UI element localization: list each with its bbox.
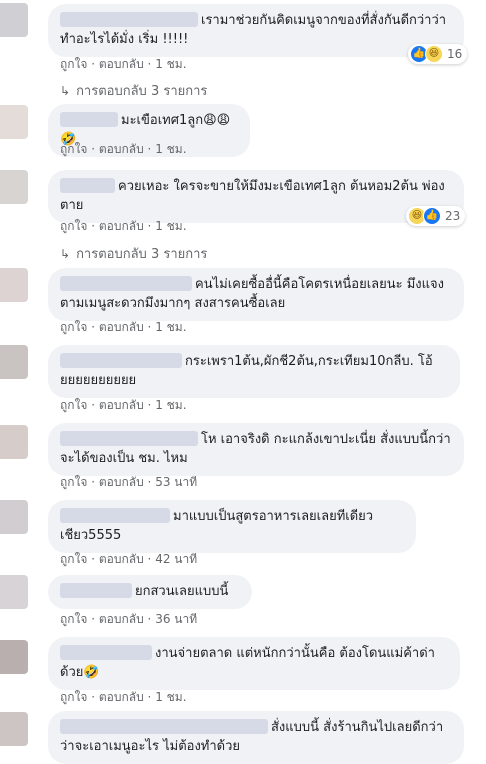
comment-bubble: ควยเหอะ ใครจะขายให้มึงมะเขือเทศ1ลูก ต้นห… xyxy=(48,170,464,223)
commenter-name[interactable] xyxy=(60,178,115,193)
comment-bubble: มาแบบเป็นสูตรอาหารเลยเลยทีเดียว เชียว555… xyxy=(48,500,416,553)
reaction-summary[interactable]: 👍 😆 16 xyxy=(408,44,468,64)
commenter-name[interactable] xyxy=(60,583,132,598)
reply-button[interactable]: ตอบกลับ xyxy=(99,318,144,337)
haha-icon: 😆 xyxy=(425,45,443,63)
like-button[interactable]: ถูกใจ xyxy=(60,217,87,236)
reply-button[interactable]: ตอบกลับ xyxy=(99,610,144,629)
avatar[interactable] xyxy=(0,712,28,746)
comment-actions: ถูกใจ · ตอบกลับ · 1 ชม. xyxy=(60,688,187,707)
timestamp[interactable]: 36 นาที xyxy=(155,610,197,629)
reply-button[interactable]: ตอบกลับ xyxy=(99,550,144,569)
comment-bubble: เรามาช่วยกันคิดเมนูจากของที่สั่งกันดีกว่… xyxy=(48,4,464,57)
timestamp[interactable]: 1 ชม. xyxy=(155,396,186,415)
avatar[interactable] xyxy=(0,640,28,674)
avatar[interactable] xyxy=(0,105,28,139)
like-button[interactable]: ถูกใจ xyxy=(60,55,87,74)
comment-text: ยกสวนเลยแบบนี้ xyxy=(135,584,229,599)
replies-label: การตอบกลับ 3 รายการ xyxy=(76,247,208,262)
commenter-name[interactable] xyxy=(60,719,268,734)
avatar[interactable] xyxy=(0,3,28,37)
like-button[interactable]: ถูกใจ xyxy=(60,473,87,492)
comment-text: มะเขือเทศ1ลูก xyxy=(121,113,204,128)
commenter-name[interactable] xyxy=(60,431,198,446)
view-replies-link[interactable]: ↳ การตอบกลับ 3 รายการ xyxy=(60,243,207,264)
commenter-name[interactable] xyxy=(60,276,192,291)
avatar[interactable] xyxy=(0,170,28,204)
comment-actions: ถูกใจ · ตอบกลับ · 42 นาที xyxy=(60,550,197,569)
replies-label: การตอบกลับ 3 รายการ xyxy=(76,84,208,99)
comment-actions: ถูกใจ · ตอบกลับ · 1 ชม. xyxy=(60,217,187,236)
timestamp[interactable]: 1 ชม. xyxy=(155,217,186,236)
comment-actions: ถูกใจ · ตอบกลับ · 1 ชม. xyxy=(60,55,187,74)
like-button[interactable]: ถูกใจ xyxy=(60,140,87,159)
comment-actions: ถูกใจ · ตอบกลับ · 1 ชม. xyxy=(60,396,187,415)
comment-bubble: คนไม่เคยซื้ออื่นี้คือโคตรเหนื่อยเลยนะ มึ… xyxy=(48,268,464,321)
reaction-count: 23 xyxy=(445,209,461,223)
comment-actions: ถูกใจ · ตอบกลับ · 36 นาที xyxy=(60,610,197,629)
comment-text: ควยเหอะ ใครจะขายให้มึงมะเขือเทศ1ลูก ต้นห… xyxy=(60,179,445,213)
reply-arrow-icon: ↳ xyxy=(60,84,71,98)
reply-button[interactable]: ตอบกลับ xyxy=(99,55,144,74)
avatar[interactable] xyxy=(0,268,28,302)
reply-arrow-icon: ↳ xyxy=(60,247,71,261)
like-button[interactable]: ถูกใจ xyxy=(60,396,87,415)
timestamp[interactable]: 53 นาที xyxy=(155,473,197,492)
like-button[interactable]: ถูกใจ xyxy=(60,610,87,629)
reply-button[interactable]: ตอบกลับ xyxy=(99,217,144,236)
comment-bubble: งานจ่ายตลาด แต่หนักกว่านั้นคือ ต้องโดนแม… xyxy=(48,637,460,690)
timestamp[interactable]: 1 ชม. xyxy=(155,318,186,337)
comment-actions: ถูกใจ · ตอบกลับ · 53 นาที xyxy=(60,473,197,492)
commenter-name[interactable] xyxy=(60,12,198,27)
commenter-name[interactable] xyxy=(60,353,182,368)
comment-actions: ถูกใจ · ตอบกลับ · 1 ชม. xyxy=(60,140,187,159)
comment-bubble: กระเพรา1ต้น,ผักชี2ต้น,กระเทียม10กลีบ. โอ… xyxy=(48,345,460,398)
reaction-count: 16 xyxy=(447,47,463,61)
emoji: 🤣 xyxy=(83,665,100,680)
reply-button[interactable]: ตอบกลับ xyxy=(99,688,144,707)
reply-button[interactable]: ตอบกลับ xyxy=(99,140,144,159)
reply-button[interactable]: ตอบกลับ xyxy=(99,473,144,492)
timestamp[interactable]: 1 ชม. xyxy=(155,688,186,707)
view-replies-link[interactable]: ↳ การตอบกลับ 3 รายการ xyxy=(60,80,207,101)
like-button[interactable]: ถูกใจ xyxy=(60,318,87,337)
avatar[interactable] xyxy=(0,500,28,534)
timestamp[interactable]: 42 นาที xyxy=(155,550,197,569)
comment-bubble: ยกสวนเลยแบบนี้ xyxy=(48,575,252,609)
avatar[interactable] xyxy=(0,575,28,609)
comment-bubble: สั่งแบบนี้ สั่งร้านกินไปเลยดีกว่า ว่าจะเ… xyxy=(48,711,464,764)
like-button[interactable]: ถูกใจ xyxy=(60,688,87,707)
avatar[interactable] xyxy=(0,425,28,459)
timestamp[interactable]: 1 ชม. xyxy=(155,140,186,159)
like-button[interactable]: ถูกใจ xyxy=(60,550,87,569)
avatar[interactable] xyxy=(0,345,28,379)
comment-actions: ถูกใจ · ตอบกลับ · 1 ชม. xyxy=(60,318,187,337)
comment-bubble: โห เอาจริงดิ กะแกล้งเขาปะเนี่ย สั่งแบบนี… xyxy=(48,423,464,476)
reply-button[interactable]: ตอบกลับ xyxy=(99,396,144,415)
commenter-name[interactable] xyxy=(60,645,152,660)
like-icon: 👍 xyxy=(423,207,441,225)
timestamp[interactable]: 1 ชม. xyxy=(155,55,186,74)
commenter-name[interactable] xyxy=(60,112,118,127)
commenter-name[interactable] xyxy=(60,508,170,523)
reaction-summary[interactable]: 😆 👍 23 xyxy=(406,206,466,226)
